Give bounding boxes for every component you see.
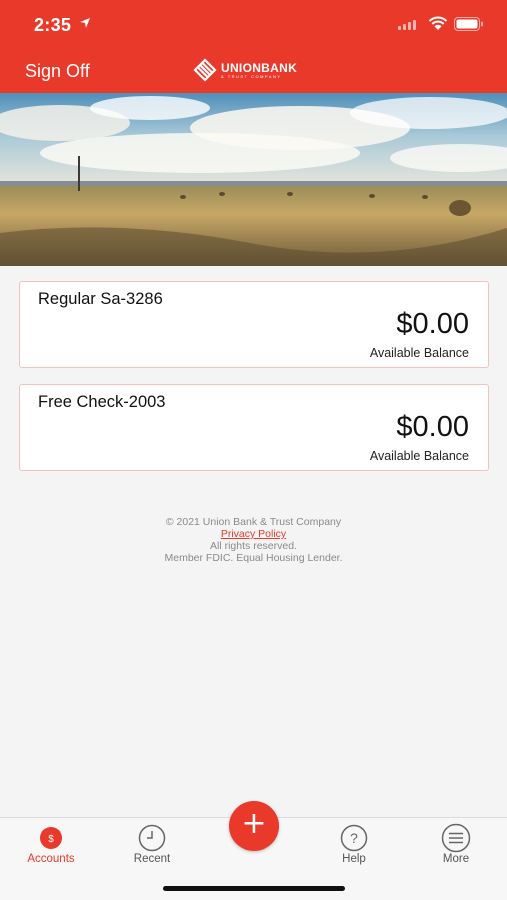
tab-label: Recent <box>133 853 171 865</box>
battery-icon <box>454 17 483 31</box>
tab-recent[interactable]: Recent <box>112 818 192 878</box>
hay-field-banner-image <box>0 93 507 266</box>
account-card-regular-savings[interactable]: Regular Sa-3286 $0.00 Available Balance <box>19 281 489 368</box>
tab-accounts[interactable]: $ Accounts <box>11 818 91 878</box>
dollar-circle-icon: $ <box>40 827 62 849</box>
legal-footer: © 2021 Union Bank & Trust Company Privac… <box>0 516 507 564</box>
privacy-policy-link[interactable]: Privacy Policy <box>221 528 286 540</box>
available-balance-label: Available Balance <box>369 346 469 360</box>
home-indicator <box>163 886 345 891</box>
tab-more[interactable]: More <box>416 818 496 878</box>
account-card-free-check[interactable]: Free Check-2003 $0.00 Available Balance <box>19 384 489 471</box>
logo-subtitle: & TRUST COMPANY <box>221 73 282 79</box>
tab-label: Accounts <box>27 853 75 865</box>
svg-text:?: ? <box>350 830 358 846</box>
copyright-text: © 2021 Union Bank & Trust Company <box>165 516 342 528</box>
account-balance: $0.00 <box>396 411 469 443</box>
hamburger-menu-icon <box>441 823 471 853</box>
wifi-icon <box>428 16 448 30</box>
clock-icon <box>138 824 166 852</box>
sign-off-button[interactable]: Sign Off <box>25 61 90 82</box>
location-arrow-icon <box>80 18 90 28</box>
rights-text: All rights reserved. <box>210 540 297 552</box>
account-name: Free Check-2003 <box>38 393 166 411</box>
question-circle-icon: ? <box>340 824 368 852</box>
top-app-bar: 2:35 Sign Off UNIONBANK & TRUST COMPANY <box>0 0 507 93</box>
svg-text:$: $ <box>48 834 54 845</box>
member-fdic-text: Member FDIC. Equal Housing Lender. <box>164 552 343 564</box>
cellular-signal-icon <box>398 20 416 30</box>
add-action-button[interactable]: + <box>229 801 279 851</box>
union-bank-logo: UNIONBANK & TRUST COMPANY <box>193 58 297 82</box>
account-name: Regular Sa-3286 <box>38 290 163 308</box>
tab-label: More <box>442 853 470 865</box>
logo-name: UNIONBANK <box>221 60 298 75</box>
plus-icon: + <box>241 806 267 841</box>
tab-help[interactable]: ? Help <box>314 818 394 878</box>
tab-label: Help <box>342 853 366 865</box>
account-balance: $0.00 <box>396 308 469 340</box>
union-bank-logo-mark-icon <box>193 58 217 82</box>
status-time: 2:35 <box>34 15 72 35</box>
available-balance-label: Available Balance <box>369 449 469 463</box>
status-bar: 2:35 <box>0 0 507 50</box>
